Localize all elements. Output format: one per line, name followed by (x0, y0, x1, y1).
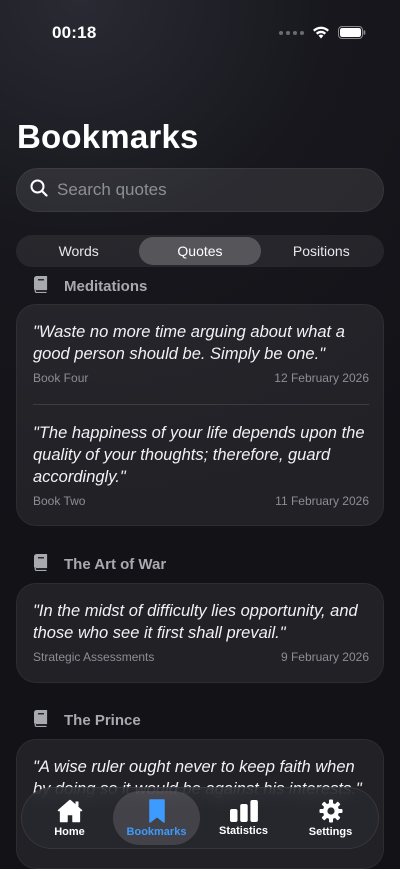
book-icon (33, 553, 48, 575)
group-book-title: The Prince (64, 712, 141, 729)
quote-item[interactable]: "The happiness of your life depends upon… (33, 422, 369, 508)
segment-words[interactable]: Words (18, 237, 139, 265)
quote-date: 9 February 2026 (280, 650, 369, 664)
search-bar[interactable] (16, 168, 384, 212)
group-header-meditations: Meditations (33, 275, 148, 297)
quote-source: Book Two (33, 494, 86, 508)
tab-label: Statistics (219, 824, 268, 837)
status-bar: 00:18 (0, 0, 400, 64)
search-icon (30, 179, 48, 202)
tab-statistics[interactable]: Statistics (200, 791, 287, 845)
bookmark-icon (148, 798, 166, 823)
quote-card: "Waste no more time arguing about what a… (16, 304, 384, 526)
tab-label: Home (54, 825, 85, 838)
segment-quotes[interactable]: Quotes (139, 237, 261, 265)
group-book-title: Meditations (64, 278, 148, 295)
quote-date: 12 February 2026 (274, 371, 369, 385)
tab-home[interactable]: Home (26, 791, 113, 845)
gear-icon (319, 799, 343, 823)
wifi-icon (312, 26, 330, 39)
quote-text: "Waste no more time arguing about what a… (33, 323, 345, 363)
quote-item[interactable]: "In the midst of difficulty lies opportu… (33, 600, 369, 664)
divider (33, 404, 369, 405)
chart-bars-icon (229, 799, 259, 822)
status-icons (279, 26, 366, 39)
tab-settings[interactable]: Settings (287, 791, 374, 845)
group-book-title: The Art of War (64, 556, 167, 573)
quote-text: "The happiness of your life depends upon… (33, 424, 365, 486)
quote-date: 11 February 2026 (275, 494, 369, 508)
book-icon (33, 709, 48, 731)
group-header-art-of-war: The Art of War (33, 553, 167, 575)
quote-source: Strategic Assessments (33, 650, 155, 664)
tab-label: Bookmarks (126, 825, 187, 838)
cellular-signal-icon (279, 30, 304, 35)
segment-positions[interactable]: Positions (261, 237, 382, 265)
tab-bookmarks[interactable]: Bookmarks (113, 791, 200, 845)
book-icon (33, 275, 48, 297)
tab-label: Settings (308, 825, 353, 838)
page-title: Bookmarks (17, 118, 199, 155)
battery-icon (338, 26, 366, 39)
quote-source: Book Four (33, 371, 89, 385)
tab-bar: Home Bookmarks Statistics Settings (21, 787, 379, 849)
status-time: 00:18 (52, 23, 97, 42)
quote-text: "In the midst of difficulty lies opportu… (33, 602, 358, 642)
house-icon (57, 799, 83, 823)
bookmark-type-segmented-control: Words Quotes Positions (16, 235, 384, 267)
quote-item[interactable]: "Waste no more time arguing about what a… (33, 321, 369, 385)
search-input[interactable] (57, 180, 357, 200)
group-header-the-prince: The Prince (33, 709, 141, 731)
quote-card: "In the midst of difficulty lies opportu… (16, 583, 384, 683)
